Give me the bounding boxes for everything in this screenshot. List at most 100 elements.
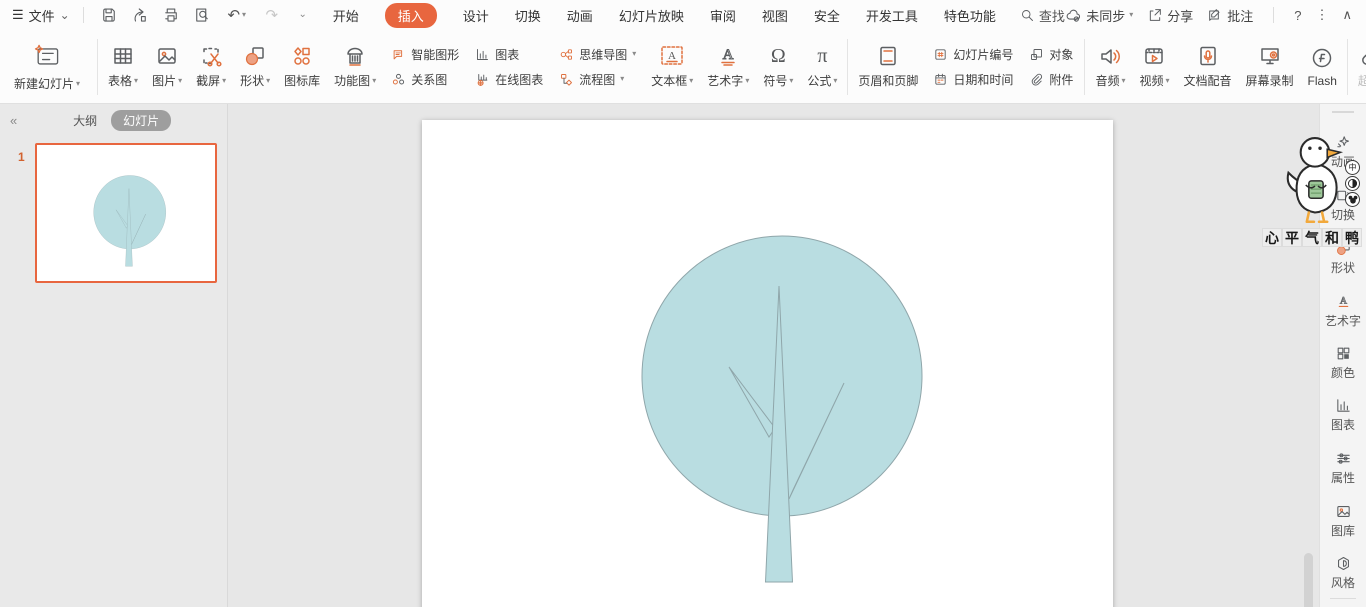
tab-view[interactable]: 视图 [762, 6, 788, 25]
chevron-down-icon: ▾ [689, 77, 693, 85]
redo-button[interactable]: ↷ [260, 4, 284, 26]
chevron-down-icon: ▾ [178, 77, 182, 85]
video-button[interactable]: 视频▾ [1132, 34, 1176, 100]
date-time-button[interactable]: 日期和时间 [933, 71, 1013, 88]
tab-special-features[interactable]: 特色功能 [944, 6, 996, 25]
online-chart-icon [475, 72, 490, 87]
chevron-down-icon: ▾ [789, 77, 793, 85]
icon-library-button[interactable]: 图标库 [277, 34, 327, 100]
file-menu[interactable]: ☰ 文件 ⌄ [12, 6, 70, 25]
sync-status-button[interactable]: 未同步 ▾ [1065, 6, 1133, 25]
share-button[interactable]: 分享 [1147, 6, 1193, 25]
gallery-picture-icon [1335, 503, 1352, 520]
comment-button[interactable]: 批注 [1207, 6, 1253, 25]
export-pdf-button[interactable] [128, 4, 152, 26]
flow-chart-label: 流程图 [579, 71, 615, 88]
picture-button[interactable]: 图片▾ [145, 34, 189, 100]
chevron-down-icon: ▾ [76, 80, 80, 88]
share-icon [1147, 7, 1163, 23]
function-diagram-icon [343, 44, 367, 68]
object-button[interactable]: 对象 [1029, 46, 1073, 63]
undo-icon: ↶ [227, 6, 240, 24]
slide-1[interactable] [422, 120, 1113, 607]
tab-slides[interactable]: 幻灯片 [111, 110, 171, 131]
audio-button[interactable]: 音频▾ [1088, 34, 1132, 100]
caption-char: 心 [1262, 228, 1282, 247]
print-preview-button[interactable] [190, 4, 214, 26]
doc-dubbing-button[interactable]: 文档配音 [1177, 34, 1239, 100]
sidebar-item-properties[interactable]: 属性 [1320, 450, 1366, 486]
formula-button[interactable]: π 公式▾ [800, 34, 844, 100]
divider [83, 7, 84, 23]
tab-design[interactable]: 设计 [463, 6, 489, 25]
sidebar-item-style[interactable]: 风格 [1320, 555, 1366, 591]
new-slide-icon [32, 41, 62, 71]
sidebar-label: 属性 [1331, 469, 1355, 486]
editing-canvas[interactable] [228, 104, 1319, 607]
text-box-icon: A [659, 44, 685, 68]
comment-icon [1207, 7, 1223, 23]
slide-thumbnail[interactable] [35, 143, 217, 283]
table-button[interactable]: 表格▾ [101, 34, 145, 100]
flow-chart-button[interactable]: 流程图 ▾ [559, 71, 636, 88]
hyperlink-button[interactable]: 超链 [1351, 34, 1366, 100]
duck-sticker [1282, 134, 1352, 236]
caption-char: 气 [1302, 228, 1322, 247]
new-slide-button[interactable]: 新建幻灯片▾ [0, 34, 94, 100]
tab-animation[interactable]: 动画 [567, 6, 593, 25]
sidebar-item-color[interactable]: 颜色 [1320, 345, 1366, 381]
tab-home[interactable]: 开始 [333, 6, 359, 25]
screen-record-button[interactable]: 屏幕录制 [1239, 34, 1301, 100]
relation-diagram-button[interactable]: 关系图 [391, 71, 459, 88]
smart-graphic-button[interactable]: 智能图形 [391, 46, 459, 63]
screenshot-button[interactable]: 截屏▾ [189, 34, 233, 100]
help-button[interactable]: ? [1294, 8, 1301, 23]
tab-slideshow[interactable]: 幻灯片放映 [619, 6, 684, 25]
tab-insert[interactable]: 插入 [385, 3, 437, 28]
customize-toolbar-button[interactable]: ⌄ [291, 4, 315, 26]
flash-button[interactable]: Flash [1301, 34, 1344, 100]
ribbon-divider [1084, 39, 1085, 95]
header-footer-icon [876, 44, 900, 68]
vertical-scrollbar[interactable] [1304, 553, 1313, 607]
tab-outline[interactable]: 大纲 [73, 112, 97, 129]
date-time-label: 日期和时间 [953, 71, 1013, 88]
audio-label: 音频 [1095, 72, 1119, 89]
comment-label: 批注 [1227, 6, 1253, 25]
print-button[interactable] [159, 4, 183, 26]
hyperlink-label: 超链 [1358, 72, 1366, 89]
save-button[interactable] [97, 4, 121, 26]
chart-icon [475, 47, 490, 62]
sidebar-handle[interactable] [1332, 111, 1354, 113]
chart-button[interactable]: 图表 [475, 46, 543, 63]
tree-drawing[interactable] [422, 120, 1113, 607]
more-options-button[interactable]: ⋮ [1315, 7, 1328, 23]
sidebar-item-wordart[interactable]: A 艺术字 [1320, 293, 1366, 329]
undo-button[interactable]: ↶ ▾ [221, 4, 253, 26]
function-diagram-button[interactable]: 功能图▾ [327, 34, 383, 100]
find-button[interactable]: 查找 [1020, 6, 1065, 25]
attachment-button[interactable]: 附件 [1029, 71, 1073, 88]
online-chart-button[interactable]: 在线图表 [475, 71, 543, 88]
screenshot-icon [199, 44, 223, 68]
mind-map-button[interactable]: 思维导图 ▾ [559, 46, 636, 63]
tab-transition[interactable]: 切换 [515, 6, 541, 25]
ribbon-divider [1347, 39, 1348, 95]
word-art-button[interactable]: A 艺术字▾ [700, 34, 756, 100]
slide-number-button[interactable]: 幻灯片编号 [933, 46, 1013, 63]
tab-security[interactable]: 安全 [814, 6, 840, 25]
header-footer-button[interactable]: 页眉和页脚 [851, 34, 925, 100]
collapse-panel-button[interactable]: « [10, 113, 17, 128]
caption-char: 和 [1322, 228, 1342, 247]
tree-drawing-thumbnail [37, 145, 215, 281]
tab-review[interactable]: 审阅 [710, 6, 736, 25]
symbol-button[interactable]: Ω 符号▾ [756, 34, 800, 100]
shapes-button[interactable]: 形状▾ [233, 34, 277, 100]
collapse-ribbon-button[interactable]: ∧ [1342, 7, 1352, 23]
sidebar-item-gallery[interactable]: 图库 [1320, 503, 1366, 539]
wordart-icon: A [1335, 293, 1352, 310]
relation-diagram-icon [391, 72, 406, 87]
sidebar-item-chart[interactable]: 图表 [1320, 397, 1366, 433]
tab-devtools[interactable]: 开发工具 [866, 6, 918, 25]
text-box-button[interactable]: A 文本框▾ [644, 34, 700, 100]
